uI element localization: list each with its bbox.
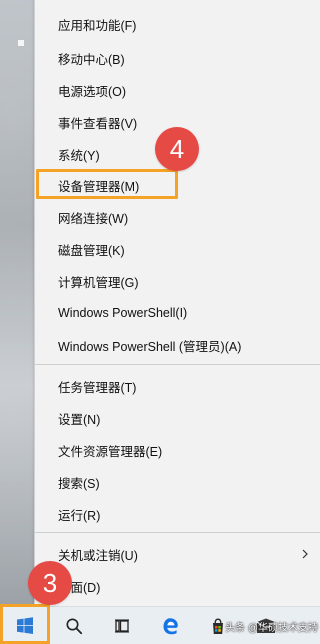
menu-divider: [35, 364, 320, 365]
menu-item-power-options[interactable]: 电源选项(O): [35, 75, 320, 105]
menu-item-settings[interactable]: 设置(N): [35, 403, 320, 433]
menu-item-label: 网络连接(W): [58, 211, 129, 226]
menu-item-task-manager[interactable]: 任务管理器(T): [35, 371, 320, 401]
menu-item-shutdown-signout[interactable]: 关机或注销(U): [35, 539, 320, 569]
menu-item-apps-features[interactable]: 应用和功能(F): [35, 9, 320, 39]
menu-item-powershell-admin[interactable]: Windows PowerShell (管理员)(A): [35, 330, 320, 360]
taskbar-search-button[interactable]: [50, 607, 98, 644]
windows-logo-icon: [17, 617, 33, 634]
menu-item-label: 事件查看器(V): [58, 116, 138, 131]
menu-item-disk-management[interactable]: 磁盘管理(K): [35, 234, 320, 264]
menu-item-file-explorer[interactable]: 文件资源管理器(E): [35, 435, 320, 465]
menu-item-label: 应用和功能(F): [58, 18, 137, 33]
menu-item-label: 系统(Y): [58, 148, 100, 163]
menu-item-network-connections[interactable]: 网络连接(W): [35, 202, 320, 232]
desktop-marker: [18, 40, 24, 46]
task-view-button[interactable]: [98, 607, 146, 644]
menu-item-computer-management[interactable]: 计算机管理(G): [35, 266, 320, 296]
menu-item-label: Windows PowerShell(I): [58, 306, 188, 320]
step-3-badge: 3: [28, 561, 72, 605]
menu-item-label: Windows PowerShell (管理员)(A): [58, 339, 242, 354]
menu-item-label: 任务管理器(T): [58, 380, 137, 395]
chevron-right-icon: [302, 549, 308, 559]
menu-item-label: 计算机管理(G): [58, 275, 139, 290]
menu-item-label: 关机或注销(U): [58, 548, 138, 563]
start-button[interactable]: [0, 607, 50, 644]
menu-item-device-manager[interactable]: 设备管理器(M): [35, 170, 320, 200]
menu-item-search[interactable]: 搜索(S): [35, 467, 320, 497]
menu-item-label: 运行(R): [58, 508, 101, 523]
menu-item-label: 文件资源管理器(E): [58, 444, 163, 459]
menu-item-mobility-center[interactable]: 移动中心(B): [35, 43, 320, 73]
menu-item-label: 电源选项(O): [58, 84, 127, 99]
edge-icon: [163, 618, 178, 635]
step-4-badge: 4: [155, 127, 199, 171]
menu-item-label: 磁盘管理(K): [58, 243, 125, 258]
menu-item-label: 搜索(S): [58, 476, 100, 491]
menu-item-desktop[interactable]: 桌面(D): [35, 571, 320, 601]
menu-item-label: 设置(N): [58, 412, 101, 427]
menu-item-label: 移动中心(B): [58, 52, 125, 67]
menu-divider: [35, 532, 320, 533]
watermark-text: 头条 @华硕技术支持: [225, 623, 318, 634]
edge-button[interactable]: [146, 607, 194, 644]
menu-item-run[interactable]: 运行(R): [35, 499, 320, 529]
win-x-context-menu: 应用和功能(F) 移动中心(B) 电源选项(O) 事件查看器(V) 系统(Y) …: [34, 0, 320, 606]
menu-item-label: 设备管理器(M): [58, 179, 140, 194]
task-view-icon: [115, 619, 129, 633]
search-icon: [66, 618, 83, 635]
menu-item-powershell[interactable]: Windows PowerShell(I): [35, 298, 320, 328]
